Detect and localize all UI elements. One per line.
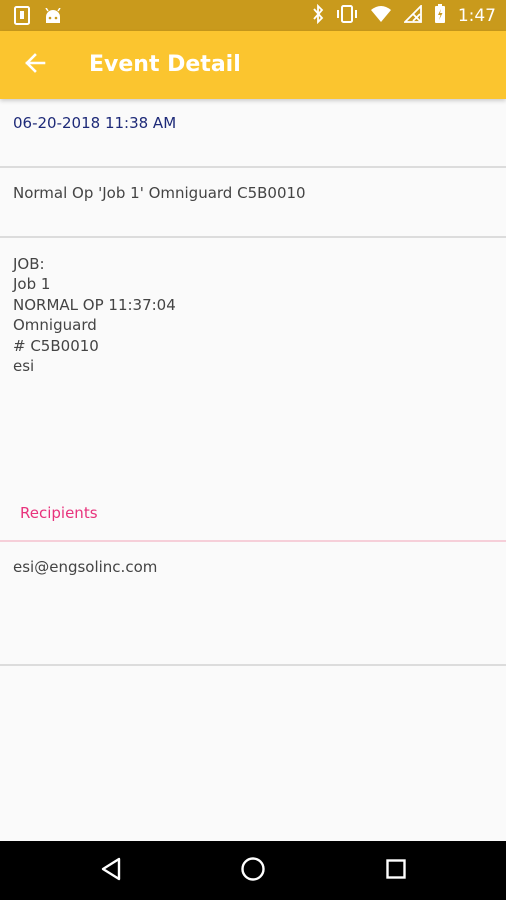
nav-home-button[interactable] <box>235 853 271 889</box>
recipients-label: Recipients <box>20 504 98 522</box>
divider <box>0 664 506 666</box>
body-line: Job 1 <box>13 275 51 294</box>
system-nav-bar <box>0 841 506 900</box>
back-button[interactable] <box>18 48 52 82</box>
home-circle-icon <box>240 856 266 886</box>
recipient-row: esi@engsolinc.com <box>0 542 506 664</box>
status-left-icons <box>14 6 62 29</box>
arrow-back-icon <box>24 52 46 78</box>
body-line: esi <box>13 357 35 376</box>
page-title: Event Detail <box>89 52 241 77</box>
battery-icon <box>434 4 446 28</box>
status-right-icons: 1:47 <box>312 3 496 28</box>
event-body: JOB: Job 1 NORMAL OP 11:37:04 Omniguard … <box>0 238 506 493</box>
android-icon <box>44 7 62 28</box>
event-summary: Normal Op 'Job 1' Omniguard C5B0010 <box>13 184 306 202</box>
wifi-icon <box>370 5 392 27</box>
body-line: JOB: <box>13 255 45 273</box>
body-line: NORMAL OP 11:37:04 <box>13 295 176 314</box>
event-body-lines: JOB: Job 1 NORMAL OP 11:37:04 Omniguard … <box>13 254 176 376</box>
divider <box>0 166 506 168</box>
app-bar: Event Detail <box>0 31 506 99</box>
body-line: # C5B0010 <box>13 336 99 355</box>
nav-recents-button[interactable] <box>378 853 414 889</box>
back-triangle-icon <box>100 857 122 885</box>
body-line: Omniguard <box>13 316 97 335</box>
status-bar: 1:47 <box>0 0 506 31</box>
status-time: 1:47 <box>457 6 496 26</box>
event-datetime-row: 06-20-2018 11:38 AM <box>0 99 506 167</box>
recents-square-icon <box>385 858 407 884</box>
nav-back-button[interactable] <box>93 853 129 889</box>
vibrate-icon <box>336 5 358 27</box>
event-datetime: 06-20-2018 11:38 AM <box>13 114 177 132</box>
no-signal-icon <box>402 3 422 27</box>
recipient-email: esi@engsolinc.com <box>13 558 158 576</box>
sim-card-icon <box>14 6 30 29</box>
bluetooth-icon <box>312 3 324 28</box>
event-summary-row: Normal Op 'Job 1' Omniguard C5B0010 <box>0 169 506 236</box>
